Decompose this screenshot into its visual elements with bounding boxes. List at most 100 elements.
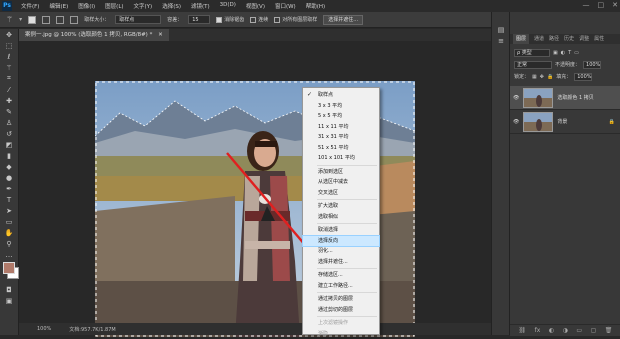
layers-footer-icon[interactable]: ◐ <box>549 327 554 334</box>
context-menu-item[interactable]: 从选区中减去 <box>303 177 379 187</box>
clone-stamp-icon[interactable]: ♙ <box>0 117 18 128</box>
layers-footer-icon[interactable]: ⛓ <box>519 327 527 334</box>
magic-wand-tool-icon[interactable]: ⚚ <box>6 15 13 24</box>
visibility-eye-icon[interactable]: 👁 <box>513 119 519 125</box>
context-menu-item[interactable]: 存储选区... <box>303 270 379 280</box>
lasso-tool-icon[interactable]: ℓ <box>0 51 18 62</box>
filter-pixel-icon[interactable]: ▣ <box>553 50 558 56</box>
context-menu-item[interactable]: 取消选择 <box>303 225 379 235</box>
layers-footer-icon[interactable]: ▢ <box>591 327 597 334</box>
blend-mode-select[interactable]: 正常 <box>514 60 552 69</box>
tab-paths[interactable]: 路径 <box>549 34 559 44</box>
tab-channels[interactable]: 通道 <box>534 34 544 44</box>
context-menu-item[interactable]: 交叉选区 <box>303 188 379 198</box>
dodge-tool-icon[interactable]: ● <box>0 172 18 183</box>
context-menu-item[interactable]: 添加到选区 <box>303 167 379 177</box>
properties-panel-icon[interactable]: ≡ <box>492 35 510 46</box>
layers-footer-icon[interactable]: fx <box>535 327 541 334</box>
contiguous-checkbox[interactable]: 连续 <box>250 16 268 23</box>
brush-tool-icon[interactable]: ✎ <box>0 106 18 117</box>
layers-footer-icon[interactable]: ▭ <box>576 327 582 334</box>
select-and-mask-button[interactable]: 选择并遮住... <box>323 14 364 25</box>
shape-tool-icon[interactable]: ▭ <box>0 216 18 227</box>
zoom-tool-icon[interactable]: ⚲ <box>0 238 18 249</box>
lock-all-icon[interactable]: 🔒 <box>547 74 553 80</box>
visibility-eye-icon[interactable]: 👁 <box>513 95 519 101</box>
path-select-icon[interactable]: ➤ <box>0 205 18 216</box>
subtract-selection-icon[interactable] <box>56 15 65 24</box>
intersect-selection-icon[interactable] <box>70 15 79 24</box>
layers-footer-icon[interactable]: ◑ <box>563 327 568 334</box>
context-menu-item[interactable]: ✓ 取样点 <box>303 90 379 100</box>
blur-tool-icon[interactable]: ◆ <box>0 161 18 172</box>
maximize-button[interactable]: □ <box>598 1 605 9</box>
antialias-checkbox[interactable]: 消除锯齿 <box>216 16 244 23</box>
context-menu-item[interactable]: 羽化... <box>303 246 379 256</box>
menu-item[interactable]: 选择(S) <box>157 2 186 10</box>
fill-input[interactable]: 100% <box>574 72 593 81</box>
menu-item[interactable]: 图层(L) <box>100 2 128 10</box>
layer-kind-filter[interactable]: ρ 类型 <box>514 48 550 57</box>
context-menu-item[interactable]: 扩大选取 <box>303 201 379 211</box>
context-menu-item[interactable]: 11 x 11 平均 <box>303 122 379 132</box>
marquee-tool-icon[interactable]: ⬚ <box>0 40 18 51</box>
move-tool-icon[interactable]: ✥ <box>0 29 18 40</box>
zoom-level[interactable]: 100% <box>37 326 51 332</box>
hand-tool-icon[interactable]: ✋ <box>0 227 18 238</box>
filter-type-icon[interactable]: T <box>568 50 571 56</box>
layer-row[interactable]: 👁 背景 🔒 <box>510 110 620 134</box>
menu-item[interactable]: 帮助(H) <box>301 2 330 10</box>
menu-item[interactable]: 编辑(E) <box>44 2 73 10</box>
lock-position-icon[interactable]: ✥ <box>540 74 544 80</box>
menu-item[interactable]: 文件(F) <box>16 2 44 10</box>
pen-tool-icon[interactable]: ✒ <box>0 183 18 194</box>
context-menu-item[interactable]: 101 x 101 平均 <box>303 153 379 163</box>
eyedropper-tool-icon[interactable]: ⁄ <box>0 84 18 95</box>
sample-size-select[interactable]: 取样点 <box>115 15 162 24</box>
filter-adjust-icon[interactable]: ◐ <box>561 50 565 56</box>
context-menu-item[interactable]: 选择反向 <box>302 234 380 247</box>
type-tool-icon[interactable]: T <box>0 194 18 205</box>
context-menu-item[interactable]: 51 x 51 平均 <box>303 143 379 153</box>
layer-row[interactable]: 👁 选取颜色 1 拷贝 <box>510 86 620 110</box>
menu-item[interactable]: 视图(V) <box>241 2 270 10</box>
context-menu-item[interactable]: 31 x 31 平均 <box>303 132 379 142</box>
more-tools-icon[interactable]: … <box>0 249 18 260</box>
tab-properties[interactable]: 属性 <box>594 34 604 44</box>
menu-item[interactable]: 文字(Y) <box>129 2 158 10</box>
menu-item[interactable]: 3D(D) <box>215 2 241 10</box>
filter-shape-icon[interactable]: ▭ <box>574 50 579 56</box>
foreground-color-swatch[interactable] <box>3 262 15 274</box>
eraser-tool-icon[interactable]: ◩ <box>0 139 18 150</box>
tolerance-input[interactable]: 15 <box>188 15 211 24</box>
menu-item[interactable]: 滤镜(T) <box>186 2 215 10</box>
context-menu-item[interactable]: 通过剪切的图层 <box>303 305 379 315</box>
close-button[interactable]: ✕ <box>612 1 618 9</box>
magic-wand-icon[interactable]: ⚚ <box>0 62 18 73</box>
add-to-selection-icon[interactable] <box>42 15 51 24</box>
healing-brush-icon[interactable]: ✚ <box>0 95 18 106</box>
history-brush-icon[interactable]: ↺ <box>0 128 18 139</box>
crop-tool-icon[interactable]: ⌗ <box>0 73 18 84</box>
tool-preset-arrow-icon[interactable]: ▾ <box>19 16 22 23</box>
context-menu-item[interactable]: 选择并遮住... <box>303 257 379 267</box>
menu-item[interactable]: 窗口(W) <box>270 2 301 10</box>
sample-all-layers-checkbox[interactable]: 对所有图层取样 <box>274 16 317 23</box>
close-tab-icon[interactable]: ✕ <box>158 32 163 38</box>
context-menu-item[interactable]: 3 x 3 平均 <box>303 101 379 111</box>
canvas-area[interactable] <box>19 41 491 337</box>
document-tab[interactable]: 案例一.jpg @ 100% (选取颜色 1 拷贝, RGB/8#) * ✕ <box>19 29 169 41</box>
layers-footer-icon[interactable]: 🗑 <box>605 327 613 334</box>
opacity-input[interactable]: 100% <box>583 60 602 69</box>
tab-history[interactable]: 历史 <box>564 34 574 44</box>
tab-layers[interactable]: 图层 <box>513 34 530 44</box>
history-panel-icon[interactable]: ▤ <box>492 24 510 35</box>
tab-adjustments[interactable]: 调整 <box>579 34 589 44</box>
lock-pixels-icon[interactable]: ▦ <box>532 74 537 80</box>
context-menu-item[interactable]: 选取相似 <box>303 212 379 222</box>
new-selection-icon[interactable] <box>28 15 37 24</box>
context-menu-item[interactable]: 通过拷贝的图层 <box>303 294 379 304</box>
screen-mode-icon[interactable]: ▣ <box>0 295 18 306</box>
menu-item[interactable]: 图像(I) <box>73 2 100 10</box>
context-menu-item[interactable]: 5 x 5 平均 <box>303 111 379 121</box>
